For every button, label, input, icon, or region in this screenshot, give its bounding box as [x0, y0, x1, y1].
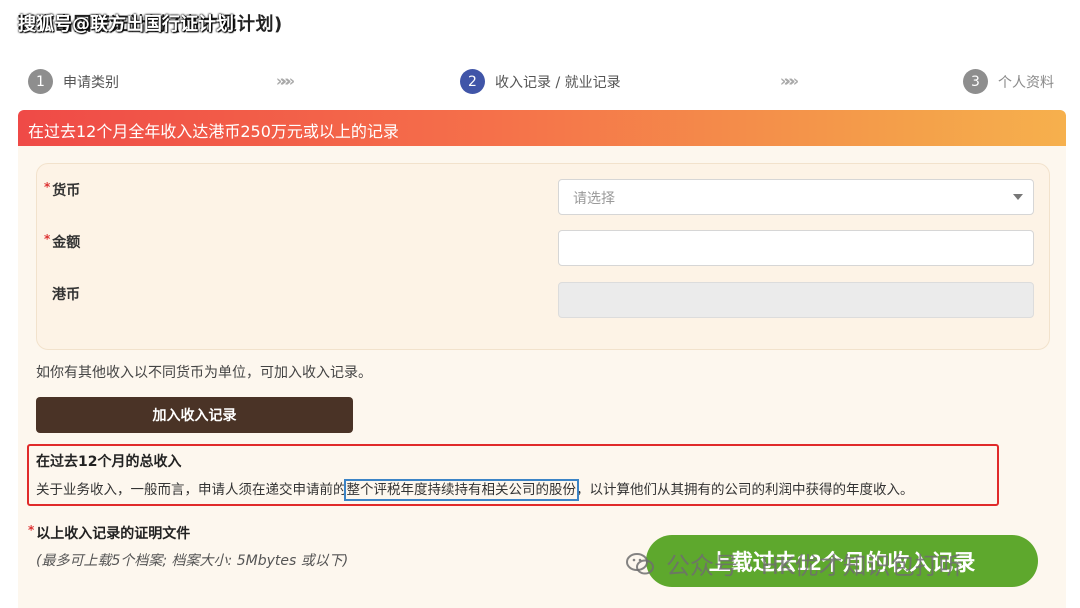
step-personal-info[interactable]: 3 个人资料	[963, 69, 1054, 94]
step-arrow-icon: »»»	[276, 72, 295, 90]
hkd-amount-field	[558, 282, 1034, 318]
step-3-label: 个人资料	[998, 74, 1054, 91]
section-banner: 在过去12个月全年收入达港币250万元或以上的记录	[18, 110, 1066, 146]
currency-label: * 货币	[44, 180, 81, 199]
watermark-top: 搜狐号@联方出国行证计划	[18, 14, 234, 35]
step-2-label: 收入记录 / 就业记录	[495, 74, 621, 91]
amount-input[interactable]	[558, 230, 1034, 266]
currency-select[interactable]: 请选择	[558, 179, 1034, 215]
step-arrow-icon: »»»	[780, 72, 799, 90]
proof-documents-title: * 以上收入记录的证明文件	[28, 523, 191, 542]
watermark-bottom: 公众号 · HK优才知识包打听	[626, 546, 963, 581]
required-mark: *	[44, 232, 51, 246]
required-mark: *	[44, 180, 51, 194]
info-body: 关于业务收入，一般而言，申请人须在递交申请前的整个评税年度持续持有相关公司的股份…	[36, 479, 914, 501]
currency-placeholder: 请选择	[573, 191, 615, 207]
step-1-number: 1	[28, 69, 53, 94]
progress-stepper: 1 申请类别 »»» 2 收入记录 / 就业记录 »»» 3 个人资料	[28, 69, 1060, 95]
info-title: 在过去12个月的总收入	[36, 454, 182, 470]
watermark-text: 公众号 · HK优才知识包打听	[666, 552, 963, 580]
step-3-number: 3	[963, 69, 988, 94]
step-income-record[interactable]: 2 收入记录 / 就业记录	[460, 69, 621, 94]
highlighted-phrase: 整个评税年度持续持有相关公司的股份	[343, 479, 579, 501]
upload-limit-note: (最多可上载5个档案; 档案大小: 5Mbytes 或以下)	[36, 553, 349, 569]
amount-label: * 金额	[44, 232, 81, 251]
add-income-record-button[interactable]: 加入收入记录	[36, 397, 353, 433]
multi-currency-hint: 如你有其他收入以不同货币为单位，可加入收入记录。	[36, 365, 372, 381]
chevron-down-icon	[1013, 194, 1023, 200]
required-mark: *	[28, 523, 35, 537]
step-1-label: 申请类别	[63, 74, 119, 91]
wechat-icon	[626, 552, 654, 575]
step-2-number: 2	[460, 69, 485, 94]
step-application-category[interactable]: 1 申请类别	[28, 69, 119, 94]
hkd-label: 港币	[52, 287, 80, 303]
